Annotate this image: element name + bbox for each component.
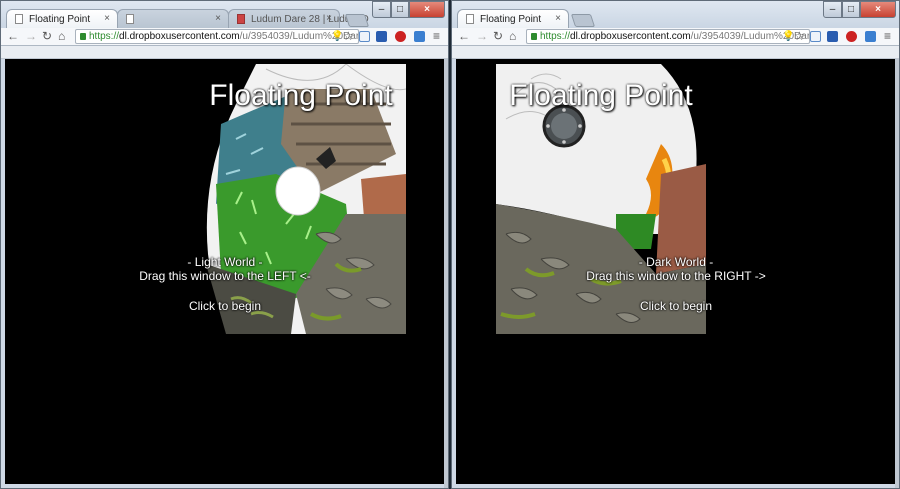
extension-xdk-icon[interactable] bbox=[827, 31, 838, 42]
extension-window-icon[interactable] bbox=[810, 31, 821, 42]
bookmarks-bar bbox=[1, 46, 448, 59]
extension-blue-icon[interactable] bbox=[414, 31, 425, 42]
forward-arrow-icon[interactable]: → bbox=[25, 29, 37, 43]
right-browser-window: Floating Point × – □ × ← → ↻ ⌂ https://d… bbox=[451, 0, 900, 489]
reload-icon[interactable]: ↻ bbox=[42, 29, 52, 43]
home-icon[interactable]: ⌂ bbox=[58, 29, 65, 43]
browser-toolbar: ← → ↻ ⌂ https://dl.dropboxusercontent.co… bbox=[452, 28, 899, 46]
tab-ludum-dare[interactable]: Ludum Dare 28 | Ludum D × bbox=[228, 9, 369, 29]
left-browser-window: Floating Point × × Ludum Dare 28 | Ludum… bbox=[0, 0, 449, 489]
game-viewport[interactable]: Floating Point - Light World - Drag this… bbox=[5, 59, 444, 484]
star-icon[interactable]: ☆ bbox=[343, 29, 354, 43]
drag-instruction: Drag this window to the LEFT <- bbox=[139, 269, 311, 283]
close-tab-icon[interactable]: × bbox=[104, 13, 110, 24]
lightbulb-icon[interactable]: 💡 bbox=[331, 30, 343, 44]
extension-blue-icon[interactable] bbox=[865, 31, 876, 42]
extension-opera-icon[interactable] bbox=[395, 31, 406, 42]
menu-icon[interactable]: ≡ bbox=[884, 29, 891, 43]
address-bar[interactable]: https://dl.dropboxusercontent.com/u/3954… bbox=[526, 29, 810, 44]
close-window-button[interactable]: × bbox=[409, 1, 445, 18]
back-arrow-icon[interactable]: ← bbox=[458, 29, 470, 43]
page-icon bbox=[126, 14, 134, 24]
close-tab-icon[interactable]: × bbox=[555, 13, 561, 24]
drag-instruction: Drag this window to the RIGHT -> bbox=[586, 269, 766, 283]
maximize-button[interactable]: □ bbox=[391, 1, 409, 18]
new-tab-button[interactable] bbox=[570, 14, 596, 27]
minimize-button[interactable]: – bbox=[823, 1, 842, 18]
tab-floating-point[interactable]: Floating Point × bbox=[6, 9, 118, 29]
world-label: - Dark World - bbox=[638, 255, 714, 269]
lock-icon bbox=[80, 32, 86, 40]
page-icon bbox=[466, 14, 474, 24]
reload-icon[interactable]: ↻ bbox=[493, 29, 503, 43]
tab-background-1[interactable]: × bbox=[117, 9, 229, 29]
maximize-button[interactable]: □ bbox=[842, 1, 860, 18]
window-frame-edge bbox=[895, 59, 899, 488]
title-bar[interactable]: Floating Point × – □ × bbox=[452, 1, 899, 29]
game-viewport[interactable]: Floating Point - Dark World - Drag this … bbox=[456, 59, 895, 484]
game-title: Floating Point bbox=[509, 79, 693, 112]
game-title: Floating Point bbox=[209, 79, 393, 112]
home-icon[interactable]: ⌂ bbox=[509, 29, 516, 43]
close-tab-icon[interactable]: × bbox=[326, 13, 332, 24]
address-bar[interactable]: https://dl.dropboxusercontent.com/u/3954… bbox=[75, 29, 359, 44]
browser-toolbar: ← → ↻ ⌂ https://dl.dropboxusercontent.co… bbox=[1, 28, 448, 46]
window-controls: – □ × bbox=[823, 1, 896, 18]
tab-floating-point[interactable]: Floating Point × bbox=[457, 9, 569, 29]
lightbulb-icon[interactable]: 💡 bbox=[782, 30, 794, 44]
back-arrow-icon[interactable]: ← bbox=[7, 29, 19, 43]
extension-opera-icon[interactable] bbox=[846, 31, 857, 42]
star-icon[interactable]: ☆ bbox=[794, 29, 805, 43]
extension-window-icon[interactable] bbox=[359, 31, 370, 42]
extension-xdk-icon[interactable] bbox=[376, 31, 387, 42]
menu-icon[interactable]: ≡ bbox=[433, 29, 440, 43]
click-to-begin-prompt[interactable]: Click to begin bbox=[35, 299, 415, 313]
window-frame-edge bbox=[444, 59, 448, 488]
window-controls: – □ × bbox=[372, 1, 445, 18]
ludum-dare-favicon-icon bbox=[237, 14, 245, 24]
minimize-button[interactable]: – bbox=[372, 1, 391, 18]
page-icon bbox=[15, 14, 23, 24]
close-tab-icon[interactable]: × bbox=[215, 13, 221, 24]
new-tab-button[interactable] bbox=[344, 14, 370, 27]
click-to-begin-prompt[interactable]: Click to begin bbox=[486, 299, 866, 313]
forward-arrow-icon[interactable]: → bbox=[476, 29, 488, 43]
title-bar[interactable]: Floating Point × × Ludum Dare 28 | Ludum… bbox=[1, 1, 448, 29]
lock-icon bbox=[531, 32, 537, 40]
world-label: - Light World - bbox=[187, 255, 263, 269]
bookmarks-bar bbox=[452, 46, 899, 59]
close-window-button[interactable]: × bbox=[860, 1, 896, 18]
